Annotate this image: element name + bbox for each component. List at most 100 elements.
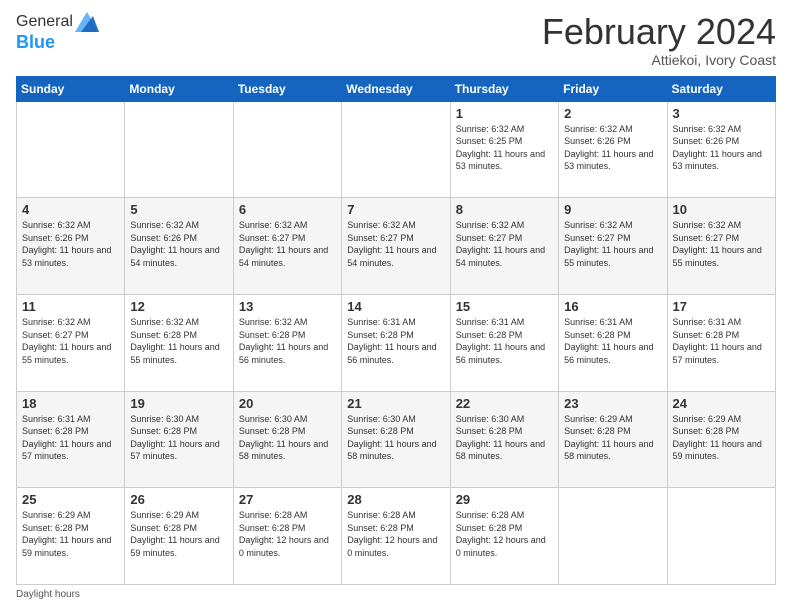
day-info: Sunrise: 6:32 AMSunset: 6:26 PMDaylight:… [673,123,770,173]
calendar-cell: 26 Sunrise: 6:29 AMSunset: 6:28 PMDayligh… [125,488,233,585]
day-number: 18 [22,396,119,411]
calendar-cell: 18 Sunrise: 6:31 AMSunset: 6:28 PMDayligh… [17,391,125,488]
day-number: 1 [456,106,553,121]
day-info: Sunrise: 6:32 AMSunset: 6:26 PMDaylight:… [564,123,661,173]
day-number: 3 [673,106,770,121]
weekday-header-tuesday: Tuesday [233,76,341,101]
calendar-cell: 4Sunrise: 6:32 AMSunset: 6:26 PMDaylight… [17,198,125,295]
week-row-2: 4Sunrise: 6:32 AMSunset: 6:26 PMDaylight… [17,198,776,295]
calendar-cell [342,101,450,198]
week-row-5: 25Sunrise: 6:29 AMSunset: 6:28 PMDayligh… [17,488,776,585]
calendar-cell: 20Sunrise: 6:30 AMSunset: 6:28 PMDayligh… [233,391,341,488]
calendar-cell: 15 Sunrise: 6:31 AMSunset: 6:28 PMDayligh… [450,294,558,391]
calendar-cell: 21 Sunrise: 6:30 AMSunset: 6:28 PMDayligh… [342,391,450,488]
calendar-cell: 12 Sunrise: 6:32 AMSunset: 6:28 PMDayligh… [125,294,233,391]
location-subtitle: Attiekoi, Ivory Coast [542,52,776,68]
day-info: Sunrise: 6:28 AMSunset: 6:28 PMDaylight:… [347,509,444,559]
calendar-cell: 16 Sunrise: 6:31 AMSunset: 6:28 PMDayligh… [559,294,667,391]
day-number: 26 [130,492,227,507]
day-info: Sunrise: 6:32 AMSunset: 6:27 PMDaylight:… [239,219,336,269]
day-number: 12 [130,299,227,314]
day-info: Sunrise: 6:32 AMSunset: 6:27 PMDaylight:… [673,219,770,269]
calendar-cell: 8 Sunrise: 6:32 AMSunset: 6:27 PMDaylight… [450,198,558,295]
day-info: Sunrise: 6:30 AMSunset: 6:28 PMDaylight:… [130,413,227,463]
calendar-cell: 9 Sunrise: 6:32 AMSunset: 6:27 PMDaylight… [559,198,667,295]
calendar-cell: 6 Sunrise: 6:32 AMSunset: 6:27 PMDaylight… [233,198,341,295]
day-number: 24 [673,396,770,411]
day-number: 16 [564,299,661,314]
calendar-cell: 1 Sunrise: 6:32 AMSunset: 6:25 PMDaylight… [450,101,558,198]
day-number: 17 [673,299,770,314]
day-number: 14 [347,299,444,314]
day-info: Sunrise: 6:31 AMSunset: 6:28 PMDaylight:… [673,316,770,366]
day-info: Sunrise: 6:32 AMSunset: 6:28 PMDaylight:… [130,316,227,366]
day-info: Sunrise: 6:32 AMSunset: 6:28 PMDaylight:… [239,316,336,366]
calendar-cell: 14Sunrise: 6:31 AMSunset: 6:28 PMDayligh… [342,294,450,391]
day-info: Sunrise: 6:32 AMSunset: 6:27 PMDaylight:… [564,219,661,269]
day-info: Sunrise: 6:32 AMSunset: 6:26 PMDaylight:… [22,219,119,269]
day-number: 7 [347,202,444,217]
day-number: 8 [456,202,553,217]
day-info: Sunrise: 6:29 AMSunset: 6:28 PMDaylight:… [130,509,227,559]
day-number: 19 [130,396,227,411]
weekday-header-row: SundayMondayTuesdayWednesdayThursdayFrid… [17,76,776,101]
calendar-cell: 25Sunrise: 6:29 AMSunset: 6:28 PMDayligh… [17,488,125,585]
calendar-cell: 11 Sunrise: 6:32 AMSunset: 6:27 PMDayligh… [17,294,125,391]
day-info: Sunrise: 6:31 AMSunset: 6:28 PMDaylight:… [564,316,661,366]
day-number: 9 [564,202,661,217]
day-info: Sunrise: 6:32 AMSunset: 6:27 PMDaylight:… [22,316,119,366]
weekday-header-wednesday: Wednesday [342,76,450,101]
day-info: Sunrise: 6:30 AMSunset: 6:28 PMDaylight:… [456,413,553,463]
calendar-cell: 19 Sunrise: 6:30 AMSunset: 6:28 PMDayligh… [125,391,233,488]
day-info: Sunrise: 6:31 AMSunset: 6:28 PMDaylight:… [456,316,553,366]
week-row-4: 18 Sunrise: 6:31 AMSunset: 6:28 PMDayligh… [17,391,776,488]
day-number: 22 [456,396,553,411]
logo-general-text: General [16,13,73,31]
day-number: 13 [239,299,336,314]
calendar-cell [233,101,341,198]
day-number: 29 [456,492,553,507]
daylight-label: Daylight hours [16,589,80,600]
day-number: 28 [347,492,444,507]
day-number: 2 [564,106,661,121]
calendar-cell: 10 Sunrise: 6:32 AMSunset: 6:27 PMDayligh… [667,198,775,295]
month-title: February 2024 [542,12,776,52]
weekday-header-sunday: Sunday [17,76,125,101]
day-info: Sunrise: 6:29 AMSunset: 6:28 PMDaylight:… [22,509,119,559]
calendar-cell: 29Sunrise: 6:28 AMSunset: 6:28 PMDayligh… [450,488,558,585]
weekday-header-friday: Friday [559,76,667,101]
calendar-table: SundayMondayTuesdayWednesdayThursdayFrid… [16,76,776,585]
day-info: Sunrise: 6:32 AMSunset: 6:25 PMDaylight:… [456,123,553,173]
calendar-cell: 24Sunrise: 6:29 AMSunset: 6:28 PMDayligh… [667,391,775,488]
day-number: 23 [564,396,661,411]
weekday-header-saturday: Saturday [667,76,775,101]
calendar-cell [559,488,667,585]
day-number: 21 [347,396,444,411]
weekday-header-thursday: Thursday [450,76,558,101]
day-info: Sunrise: 6:32 AMSunset: 6:27 PMDaylight:… [456,219,553,269]
logo-icon [75,12,99,32]
weekday-header-monday: Monday [125,76,233,101]
day-info: Sunrise: 6:30 AMSunset: 6:28 PMDaylight:… [239,413,336,463]
day-info: Sunrise: 6:28 AMSunset: 6:28 PMDaylight:… [239,509,336,559]
calendar-cell: 22 Sunrise: 6:30 AMSunset: 6:28 PMDayligh… [450,391,558,488]
day-info: Sunrise: 6:32 AMSunset: 6:26 PMDaylight:… [130,219,227,269]
day-info: Sunrise: 6:32 AMSunset: 6:27 PMDaylight:… [347,219,444,269]
day-number: 6 [239,202,336,217]
footer: Daylight hours [16,589,776,600]
day-number: 10 [673,202,770,217]
week-row-3: 11 Sunrise: 6:32 AMSunset: 6:27 PMDayligh… [17,294,776,391]
calendar-cell: 2 Sunrise: 6:32 AMSunset: 6:26 PMDaylight… [559,101,667,198]
logo: General Blue [16,12,99,53]
day-number: 27 [239,492,336,507]
calendar-cell [667,488,775,585]
day-info: Sunrise: 6:30 AMSunset: 6:28 PMDaylight:… [347,413,444,463]
calendar-cell [125,101,233,198]
day-number: 11 [22,299,119,314]
day-info: Sunrise: 6:31 AMSunset: 6:28 PMDaylight:… [22,413,119,463]
day-number: 15 [456,299,553,314]
calendar-cell: 3 Sunrise: 6:32 AMSunset: 6:26 PMDaylight… [667,101,775,198]
day-info: Sunrise: 6:29 AMSunset: 6:28 PMDaylight:… [564,413,661,463]
calendar-cell: 7 Sunrise: 6:32 AMSunset: 6:27 PMDaylight… [342,198,450,295]
calendar-cell: 13 Sunrise: 6:32 AMSunset: 6:28 PMDayligh… [233,294,341,391]
